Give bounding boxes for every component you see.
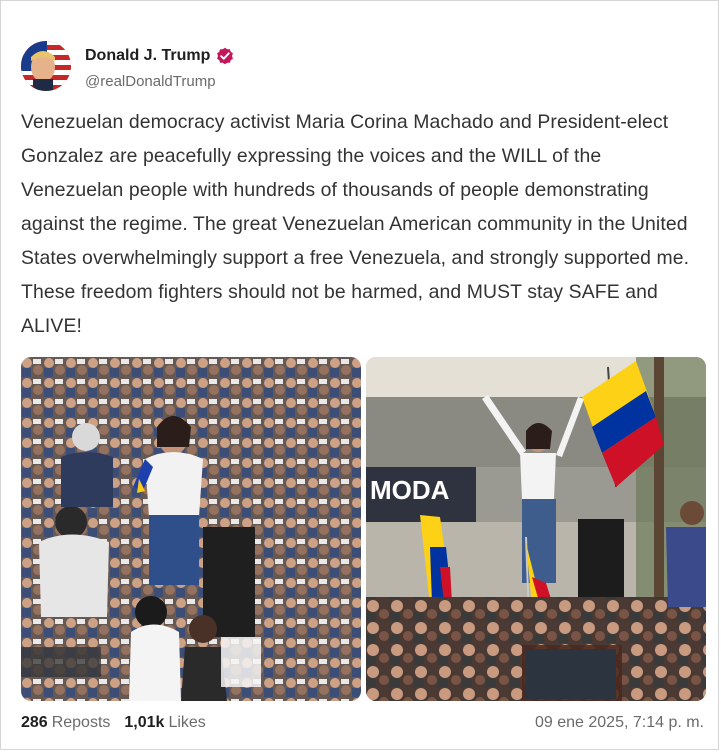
verified-badge-icon [216, 47, 234, 65]
reposts-count: 286 [21, 714, 48, 731]
post-header: Donald J. Trump @realDonaldTrump [21, 41, 421, 93]
name-row: Donald J. Trump [85, 47, 234, 65]
post-timestamp[interactable]: 09 ene 2025, 7:14 p. m. [535, 714, 704, 732]
author-handle[interactable]: @realDonaldTrump [85, 73, 216, 90]
store-sign-text: MODA [370, 475, 450, 505]
likes-stat[interactable]: 1,01k Likes [124, 714, 205, 732]
post-card: Donald J. Trump @realDonaldTrump Venezue… [0, 0, 719, 750]
likes-label: Likes [168, 714, 206, 731]
reposts-label: Reposts [51, 714, 111, 731]
engagement-stats: 286 Reposts 1,01k Likes [21, 714, 206, 732]
media-image-rally-crowd[interactable] [21, 357, 361, 701]
reposts-stat[interactable]: 286 Reposts [21, 714, 110, 732]
author-name[interactable]: Donald J. Trump [85, 47, 210, 65]
likes-count: 1,01k [124, 714, 165, 731]
media-image-stage-flag[interactable]: MODA [366, 357, 706, 701]
post-text: Venezuelan democracy activist Maria Cori… [21, 111, 690, 337]
avatar[interactable] [21, 41, 71, 91]
